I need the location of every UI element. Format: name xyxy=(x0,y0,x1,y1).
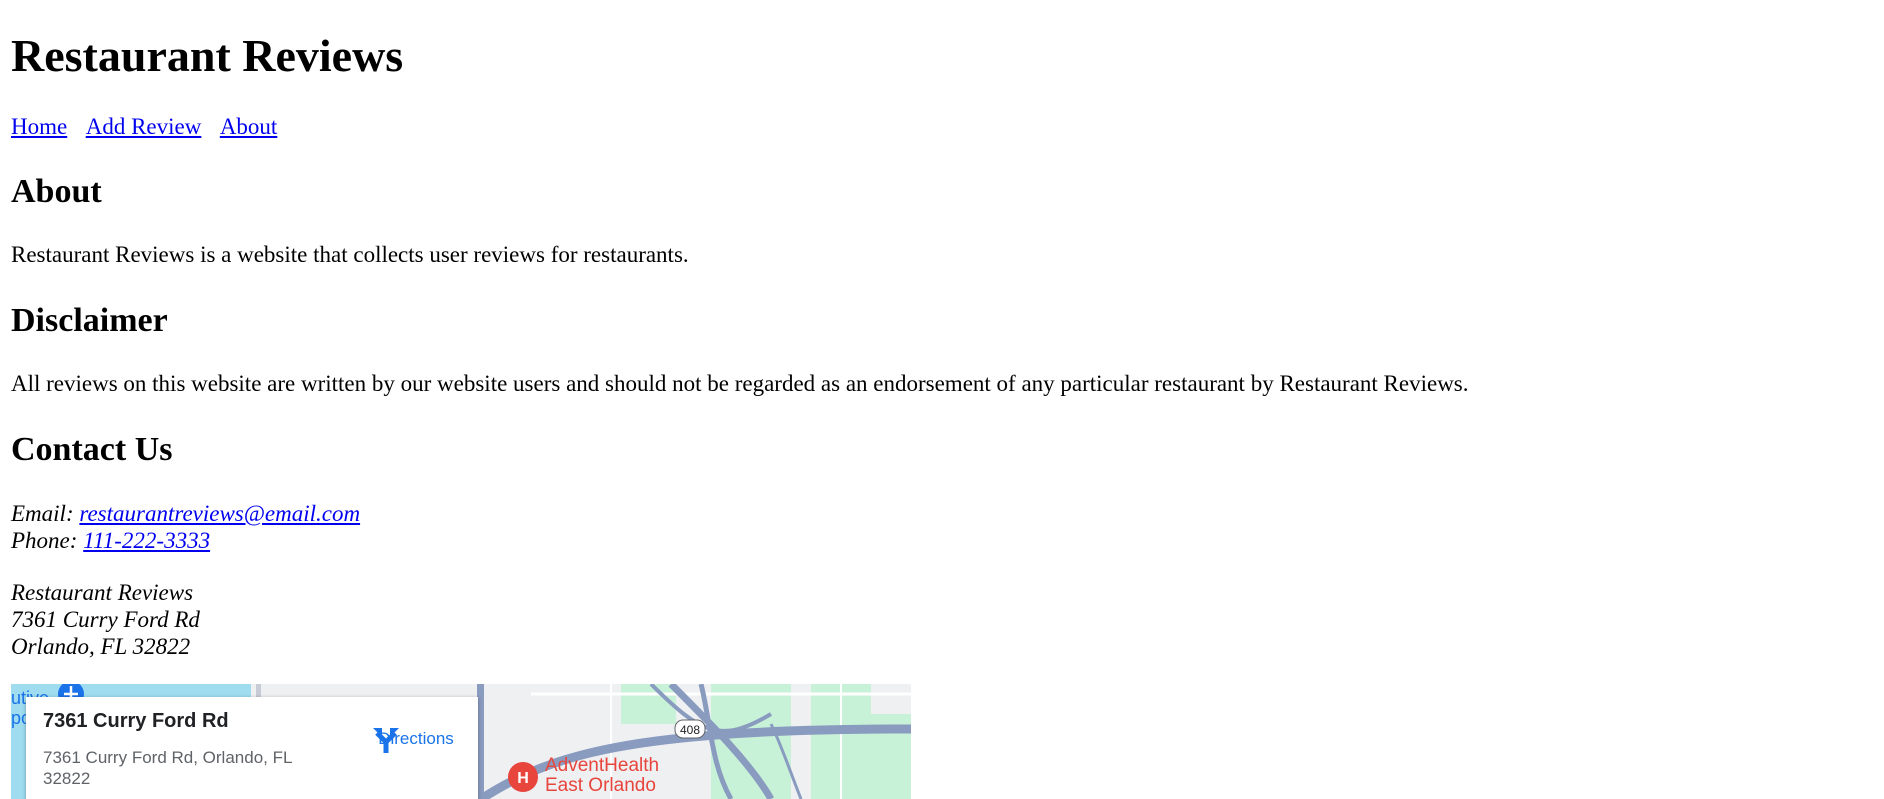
directions-button[interactable]: Directions xyxy=(371,725,461,753)
place-address: 7361 Curry Ford Rd, Orlando, FL 32822 xyxy=(43,748,292,788)
map-place-card: 7361 Curry Ford Rd 7361 Curry Ford Rd, O… xyxy=(26,697,478,799)
email-label: Email: xyxy=(11,501,74,526)
about-text: Restaurant Reviews is a website that col… xyxy=(11,242,689,267)
email-line: Email: restaurantreviews@email.com xyxy=(11,500,360,527)
phone-link[interactable]: 111-222-3333 xyxy=(83,528,210,553)
site-title: Restaurant Reviews xyxy=(11,30,404,81)
main-nav: Home Add Review About xyxy=(11,113,291,141)
email-link[interactable]: restaurantreviews@email.com xyxy=(79,501,360,526)
contact-heading: Contact Us xyxy=(11,431,173,468)
disclaimer-heading: Disclaimer xyxy=(11,302,168,339)
directions-icon xyxy=(373,728,399,753)
poi-label-line2: East Orlando xyxy=(545,775,656,796)
map-green-area xyxy=(621,684,676,724)
phone-line: Phone: 111-222-3333 xyxy=(11,527,360,554)
route-shield-label: 408 xyxy=(680,723,700,737)
address-line-city: Orlando, FL 32822 xyxy=(11,634,191,659)
nav-link-add-review[interactable]: Add Review xyxy=(86,114,202,139)
place-title: 7361 Curry Ford Rd xyxy=(43,710,229,732)
poi-label-line1: AdventHealth xyxy=(545,755,660,776)
nav-link-home[interactable]: Home xyxy=(11,114,67,139)
address-line-street: 7361 Curry Ford Rd xyxy=(11,607,200,632)
disclaimer-text: All reviews on this website are written … xyxy=(11,371,1469,396)
phone-label: Phone: xyxy=(11,528,78,553)
contact-info: Email: restaurantreviews@email.com Phone… xyxy=(11,500,360,554)
embedded-map[interactable]: 408 utive po H AdventHealth East Orlando… xyxy=(11,684,911,799)
postal-address: Restaurant Reviews 7361 Curry Ford Rd Or… xyxy=(11,579,200,660)
hospital-marker-letter: H xyxy=(517,770,529,787)
poi-label[interactable]: AdventHealth East Orlando xyxy=(545,756,659,796)
nav-link-about[interactable]: About xyxy=(220,114,278,139)
address-line-name: Restaurant Reviews xyxy=(11,580,194,605)
about-heading: About xyxy=(11,173,102,210)
